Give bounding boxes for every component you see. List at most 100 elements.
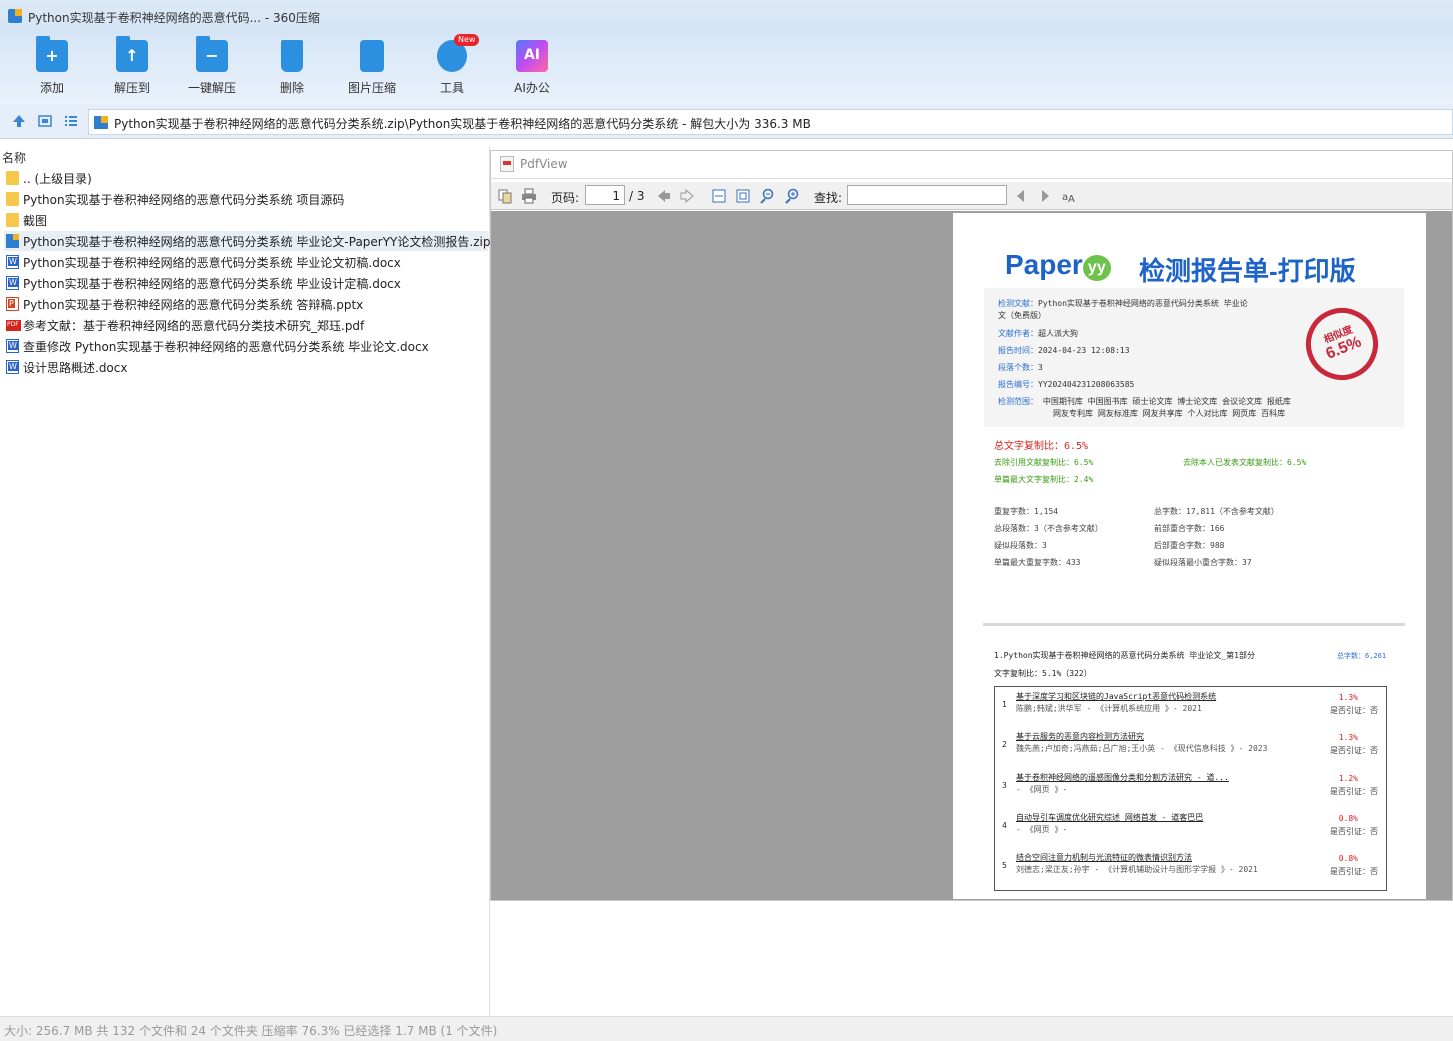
- source-title-link[interactable]: 自动导引车调度优化研究综述 网络首发 - 道客巴巴: [1016, 812, 1203, 823]
- logo-yy: yy: [1082, 255, 1111, 281]
- word-file-icon: [6, 276, 19, 290]
- list-item-selected[interactable]: Python实现基于卷积神经网络的恶意代码分类系统 毕业论文-PaperYY论文…: [4, 231, 490, 251]
- section-ratio: 文字复制比：5.1%（322）: [994, 669, 1092, 678]
- thumbnail-view-icon[interactable]: [38, 114, 52, 128]
- source-title-link[interactable]: 基于卷积神经网络的遥感图像分类和分割方法研究 - 道...: [1016, 772, 1229, 783]
- print-icon[interactable]: [521, 188, 537, 204]
- ai-office-button[interactable]: AI AI办公: [497, 40, 567, 100]
- stat-max-dup: 单篇最大重复字数：433: [994, 558, 1081, 567]
- item-name: Python实现基于卷积神经网络的恶意代码分类系统 项目源码: [23, 193, 345, 207]
- total-copy-ratio: 总文字复制比：6.5%: [994, 441, 1089, 452]
- fit-page-icon[interactable]: [735, 188, 751, 204]
- image-compress-label: 图片压缩: [347, 81, 396, 95]
- list-item[interactable]: Python实现基于卷积神经网络的恶意代码分类系统 毕业论文初稿.docx: [4, 252, 488, 272]
- item-name: 设计思路概述.docx: [23, 361, 128, 375]
- fit-width-icon[interactable]: [711, 188, 727, 204]
- logo-text: Paper: [1005, 249, 1083, 280]
- report-title: 检测报告单-打印版: [1139, 256, 1356, 286]
- section-words: 总字数：6,261: [1337, 652, 1387, 660]
- list-item[interactable]: Python实现基于卷积神经网络的恶意代码分类系统 答辩稿.pptx: [4, 294, 488, 314]
- info-time: 报告时间：2024-04-23 12:08:13: [998, 346, 1130, 355]
- add-button[interactable]: + 添加: [17, 36, 87, 100]
- app-icon: [8, 9, 22, 23]
- next-page-icon[interactable]: [679, 188, 695, 204]
- list-item[interactable]: 查重修改 Python实现基于卷积神经网络的恶意代码分类系统 毕业论文.docx: [4, 336, 488, 356]
- find-input[interactable]: [847, 185, 1007, 205]
- delete-label: 删除: [279, 81, 304, 95]
- source-authors: - 《网页 》-: [1016, 785, 1068, 794]
- address-field[interactable]: Python实现基于卷积神经网络的恶意代码分类系统.zip\Python实现基于…: [88, 109, 1453, 135]
- source-row: 2 基于云服务的恶意内容检测方法研究魏先燕;卢加奇;冯燕茹;吕广旭;王小英 - 《…: [995, 729, 1386, 769]
- status-text: 大小: 256.7 MB 共 132 个文件和 24 个文件夹 压缩率 76.3…: [4, 1024, 498, 1038]
- list-item[interactable]: Python实现基于卷积神经网络的恶意代码分类系统 项目源码: [4, 189, 488, 209]
- pdfview-titlebar: PdfView: [491, 151, 1452, 179]
- ai-icon-text: AI: [523, 47, 541, 63]
- info-document: 检测文献：Python实现基于卷积神经网络的恶意代码分类系统 毕业论: [998, 299, 1248, 308]
- stat-dup-chars: 重复字数：1,154: [994, 507, 1059, 516]
- source-authors: 刘德志;梁正友;孙宇 - 《计算机辅助设计与图形学学报 》- 2021: [1016, 865, 1258, 874]
- info-document-cont: 文（免费版）: [998, 311, 1046, 320]
- window-title: Python实现基于卷积神经网络的恶意代码... - 360压缩: [28, 11, 320, 25]
- excl-self-ratio: 去除本人已发表文献复制比：6.5%: [1183, 458, 1307, 467]
- ai-office-label: AI办公: [514, 81, 550, 95]
- list-view-icon[interactable]: [64, 114, 78, 128]
- list-item[interactable]: 参考文献：基于卷积神经网络的恶意代码分类技术研究_郑珏.pdf: [4, 315, 488, 335]
- zoom-in-icon[interactable]: [784, 188, 800, 204]
- list-item[interactable]: Python实现基于卷积神经网络的恶意代码分类系统 毕业设计定稿.docx: [4, 273, 488, 293]
- title-bar: Python实现基于卷积神经网络的恶意代码... - 360压缩: [0, 0, 1453, 34]
- find-prev-icon[interactable]: [1013, 188, 1029, 204]
- source-index: 1: [1002, 700, 1007, 709]
- info-author: 文献作者：超人派大狗: [998, 329, 1078, 338]
- source-cited: 是否引证：否: [1330, 867, 1378, 876]
- source-cited: 是否引证：否: [1330, 706, 1378, 715]
- trash-icon: [281, 40, 303, 72]
- one-click-extract-label: 一键解压: [187, 81, 236, 95]
- list-item[interactable]: 截图: [4, 210, 488, 230]
- column-header-name[interactable]: 名称: [2, 149, 26, 166]
- copy-icon[interactable]: [497, 188, 513, 204]
- list-item[interactable]: .. (上级目录): [4, 168, 488, 188]
- source-index: 5: [1002, 861, 1007, 870]
- item-name: Python实现基于卷积神经网络的恶意代码分类系统 答辩稿.pptx: [23, 298, 364, 312]
- prev-page-icon[interactable]: [656, 188, 672, 204]
- zoom-out-icon[interactable]: [759, 188, 775, 204]
- pdf-page: Paper yy 检测报告单-打印版 检测文献：Python实现基于卷积神经网络的…: [953, 213, 1426, 899]
- svg-text:A: A: [1068, 194, 1075, 204]
- list-item[interactable]: 设计思路概述.docx: [4, 357, 488, 377]
- folder-icon: [6, 192, 19, 206]
- pdf-canvas-area[interactable]: Paper yy 检测报告单-打印版 检测文献：Python实现基于卷积神经网络的…: [491, 211, 1452, 900]
- stat-total-paras: 总段落数：3（不含参考文献）: [994, 524, 1103, 533]
- similarity-stamp: 相似度 6.5%: [1295, 297, 1389, 391]
- source-authors: 魏先燕;卢加奇;冯燕茹;吕广旭;王小英 - 《现代信息科技 》- 2023: [1016, 744, 1268, 753]
- one-click-extract-button[interactable]: − 一键解压: [177, 36, 247, 100]
- source-title-link[interactable]: 结合空间注意力机制与光流特征的微表情识别方法: [1016, 852, 1192, 863]
- folder-icon: [6, 213, 19, 227]
- tools-label: 工具: [439, 81, 464, 95]
- source-index: 2: [1002, 740, 1007, 749]
- word-file-icon: [6, 339, 19, 353]
- extract-to-icon: ↑: [116, 36, 148, 72]
- match-case-icon[interactable]: aA: [1061, 188, 1077, 204]
- stat-front-overlap: 前部重合字数：166: [1154, 524, 1225, 533]
- address-bar: Python实现基于卷积神经网络的恶意代码分类系统.zip\Python实现基于…: [0, 104, 1453, 139]
- powerpoint-file-icon: [6, 297, 19, 311]
- tools-button[interactable]: 工具: [417, 40, 487, 100]
- source-title-link[interactable]: 基于深度学习和区块链的JavaScript恶意代码检测系统: [1016, 691, 1216, 702]
- source-row: 3 基于卷积神经网络的遥感图像分类和分割方法研究 - 道... - 《网页 》- 1.…: [995, 770, 1386, 810]
- file-list: 名称 .. (上级目录) Python实现基于卷积神经网络的恶意代码分类系统 项…: [0, 146, 490, 1016]
- extract-to-button[interactable]: ↑ 解压到: [97, 36, 167, 100]
- stat-min-overlap: 疑似段落最小重合字数：37: [1154, 558, 1252, 567]
- source-title-link[interactable]: 基于云服务的恶意内容检测方法研究: [1016, 731, 1144, 742]
- up-arrow-icon[interactable]: [12, 114, 26, 128]
- one-click-extract-icon: −: [196, 36, 228, 72]
- info-report-number: 报告编号：YY202404231208063585: [998, 380, 1135, 389]
- image-compress-button[interactable]: 图片压缩: [337, 40, 407, 100]
- source-row: 1 基于深度学习和区块链的JavaScript恶意代码检测系统 陈鹏;韩斌;洪华军 …: [995, 689, 1386, 729]
- source-percent: 0.8%: [1338, 814, 1358, 823]
- pdf-preview-window: PdfView 页码: 1 / 3 查找: aA Paper yy 检测报告单-打…: [490, 150, 1453, 901]
- find-next-icon[interactable]: [1037, 188, 1053, 204]
- source-cited: 是否引证：否: [1330, 746, 1378, 755]
- source-percent: 0.8%: [1338, 854, 1358, 863]
- page-number-input[interactable]: 1: [585, 185, 625, 205]
- delete-button[interactable]: 删除: [257, 40, 327, 100]
